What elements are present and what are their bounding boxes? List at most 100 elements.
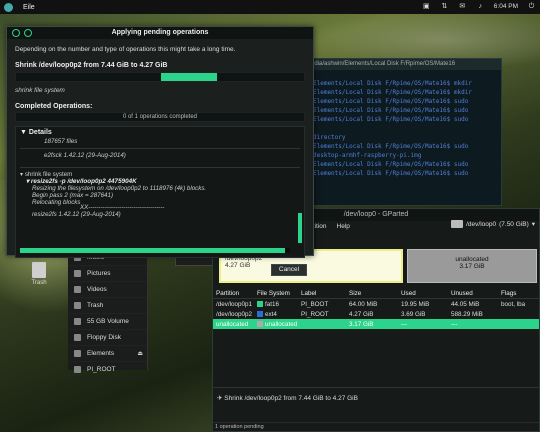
details-line: e2fsck 1.42.12 (29-Aug-2014) xyxy=(44,152,126,159)
sidebar-item-pi-root[interactable]: PI_ROOT xyxy=(68,362,147,378)
sidebar-item-label: Videos xyxy=(87,286,107,293)
details-node[interactable]: ▾ shrink file system xyxy=(20,171,300,178)
volume-icon[interactable]: ♪ xyxy=(476,2,485,11)
fs-color-swatch xyxy=(257,311,263,317)
partition-map-size: 3.17 GiB xyxy=(459,263,485,270)
partition-map-name: unallocated xyxy=(455,256,489,263)
floppy-icon xyxy=(74,334,81,341)
terminal-line: Elements/Local Disk F/Rpime/OS/Mate16$ s… xyxy=(313,98,469,105)
dialog-body: Depending on the number and type of oper… xyxy=(7,39,313,276)
details-line: 187657 files xyxy=(44,138,78,145)
partition-map-unallocated[interactable]: unallocated 3.17 GiB xyxy=(407,249,537,283)
col-unused[interactable]: Unused xyxy=(451,290,501,297)
cell-partition: /dev/loop0p1 xyxy=(216,300,253,308)
menu-help[interactable]: Help xyxy=(337,223,350,230)
top-panel: Eile ▣ ⇅ ✉ ♪ 6:04 PM ⏻ xyxy=(0,0,540,14)
table-header: Partition File System Label Size Used Un… xyxy=(213,289,539,299)
details-line: resize2fs 1.42.12 (29-Aug-2014) xyxy=(32,211,121,218)
progress-fill xyxy=(20,248,285,253)
details-pane: ▼ Details 187657 files e2fsck 1.42.12 (2… xyxy=(15,126,305,258)
trash-icon xyxy=(74,302,81,309)
close-button[interactable] xyxy=(12,29,20,37)
apply-operations-dialog[interactable]: Applying pending operations Depending on… xyxy=(6,26,314,276)
table-row[interactable]: /dev/loop0p1 fat16 PI_BOOT 64.00 MiB 19.… xyxy=(213,299,539,309)
terminal-line: desktop-armhf-raspberry-pi.img xyxy=(313,152,422,159)
terminal-title: edia/ashwin/Elements/Local Disk F/Rpime/… xyxy=(301,59,501,70)
videos-icon xyxy=(74,286,81,293)
details-expander[interactable]: ▼ Details xyxy=(20,129,300,136)
desktop-trash-label: Trash xyxy=(31,280,47,286)
eject-icon[interactable]: ⏏ xyxy=(137,350,143,357)
col-label[interactable]: Label xyxy=(301,290,349,297)
terminal-line: Elements/Local Disk F/Rpime/OS/Mate16$ s… xyxy=(313,107,469,114)
system-tray: ▣ ⇅ ✉ ♪ 6:04 PM ⏻ xyxy=(422,2,536,11)
drive-icon xyxy=(74,350,81,357)
table-row[interactable]: /dev/loop0p2 ext4 PI_ROOT 4.27 GiB 3.69 … xyxy=(213,309,539,319)
fs-color-swatch xyxy=(257,301,263,307)
cell-partition: /dev/loop0p2 xyxy=(216,310,253,318)
sidebar-item-label: 55 GB Volume xyxy=(87,318,129,325)
clock[interactable]: 6:04 PM xyxy=(494,3,518,10)
sidebar-item-pictures[interactable]: Pictures xyxy=(68,266,147,282)
sidebar-item-trash[interactable]: Trash xyxy=(68,298,147,314)
table-row-selected[interactable]: unallocated unallocated 3.17 GiB --- --- xyxy=(213,319,539,329)
cell-size: 64.00 MiB xyxy=(349,300,378,308)
sidebar-item-label: PI_ROOT xyxy=(87,366,116,373)
col-flags[interactable]: Flags xyxy=(501,290,539,297)
col-partition[interactable]: Partition xyxy=(213,290,257,297)
details-command[interactable]: ▾ resize2fs -p /dev/loop0p2 4475904K xyxy=(20,178,300,185)
progress-fill xyxy=(161,73,217,81)
network-icon[interactable]: ⇅ xyxy=(440,2,449,11)
cancel-button[interactable]: Cancel xyxy=(271,264,307,276)
sidebar-item-elements[interactable]: Elements ⏏ xyxy=(68,346,147,362)
dialog-title: Applying pending operations xyxy=(111,29,209,36)
status-bar: 1 operation pending xyxy=(213,422,539,431)
desktop-trash[interactable]: Trash xyxy=(24,262,54,286)
email-icon[interactable]: ✉ xyxy=(458,2,467,11)
terminal-line: directory xyxy=(313,134,346,141)
cell-fs: unallocated xyxy=(265,320,298,328)
file-menu[interactable]: Eile xyxy=(23,4,35,11)
notification-icon[interactable]: ▣ xyxy=(422,2,431,11)
sidebar-item-videos[interactable]: Videos xyxy=(68,282,147,298)
col-used[interactable]: Used xyxy=(401,290,451,297)
pending-operation[interactable]: Shrink /dev/loop0p2 from 7.44 GiB to 4.2… xyxy=(224,395,358,402)
trash-icon xyxy=(32,262,46,278)
app-menu-icon[interactable] xyxy=(4,2,13,12)
drive-icon xyxy=(74,366,81,373)
pictures-icon xyxy=(74,270,81,277)
sidebar-item-label: Floppy Disk xyxy=(87,334,121,341)
cell-filesystem: fat16 xyxy=(257,301,301,308)
sidebar-item-55gb-volume[interactable]: 55 GB Volume xyxy=(68,314,147,330)
cell-used: --- xyxy=(401,320,408,328)
drive-icon xyxy=(74,318,81,325)
details-scrollbar[interactable] xyxy=(298,213,302,243)
power-icon[interactable]: ⏻ xyxy=(527,2,536,11)
file-manager-sidebar: Music Pictures Videos Trash 55 GB Volume… xyxy=(68,250,148,378)
details-node-label: shrink file system xyxy=(24,171,73,178)
current-step: shrink file system xyxy=(15,87,65,94)
col-filesystem[interactable]: File System xyxy=(257,290,301,297)
device-selector[interactable]: /dev/loop0 (7.50 GiB) ▾ xyxy=(451,220,535,228)
cell-unused: 588.29 MiB xyxy=(451,310,483,318)
chevron-down-icon: ▾ xyxy=(531,221,535,228)
minimize-button[interactable] xyxy=(24,29,32,37)
terminal-line: Elements/Local Disk F/Rpime/OS/Mate16$ s… xyxy=(313,143,469,150)
completed-progress-bar: 0 of 1 operations completed xyxy=(15,112,305,122)
cell-partition: unallocated xyxy=(216,320,249,328)
divider xyxy=(20,167,300,168)
terminal-window[interactable]: edia/ashwin/Elements/Local Disk F/Rpime/… xyxy=(300,58,502,206)
col-size[interactable]: Size xyxy=(349,290,401,297)
cell-used: 19.95 MiB xyxy=(401,300,430,308)
terminal-line: Elements/Local Disk F/Rpime/OS/Mate16$ s… xyxy=(313,116,469,123)
sidebar-item-label: Pictures xyxy=(87,270,111,277)
sidebar-item-floppy[interactable]: Floppy Disk xyxy=(68,330,147,346)
cell-filesystem: unallocated xyxy=(257,321,301,328)
terminal-line: Elements/Local Disk F/Rpime/OS/Mate16$ m… xyxy=(313,80,472,87)
cell-size: 4.27 GiB xyxy=(349,310,374,318)
terminal-line: Elements/Local Disk F/Rpime/OS/Mate16$ s… xyxy=(313,170,469,177)
details-header: Details xyxy=(28,129,52,136)
cell-fs: ext4 xyxy=(265,310,277,318)
